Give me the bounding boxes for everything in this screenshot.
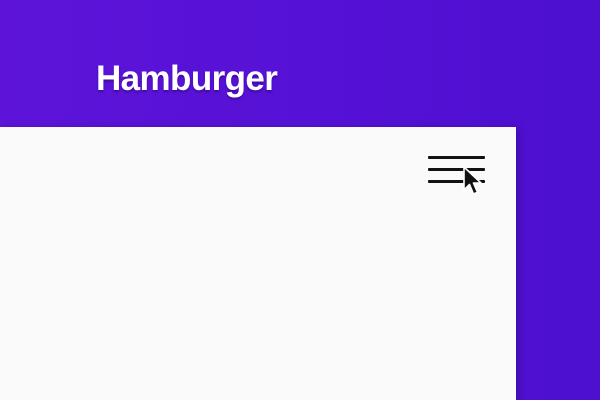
hamburger-menu-button[interactable] (428, 154, 486, 188)
hamburger-line-middle (428, 168, 485, 171)
hamburger-line-bottom (428, 180, 485, 183)
page-title: Hamburger (96, 59, 278, 98)
hamburger-line-top (428, 156, 485, 159)
